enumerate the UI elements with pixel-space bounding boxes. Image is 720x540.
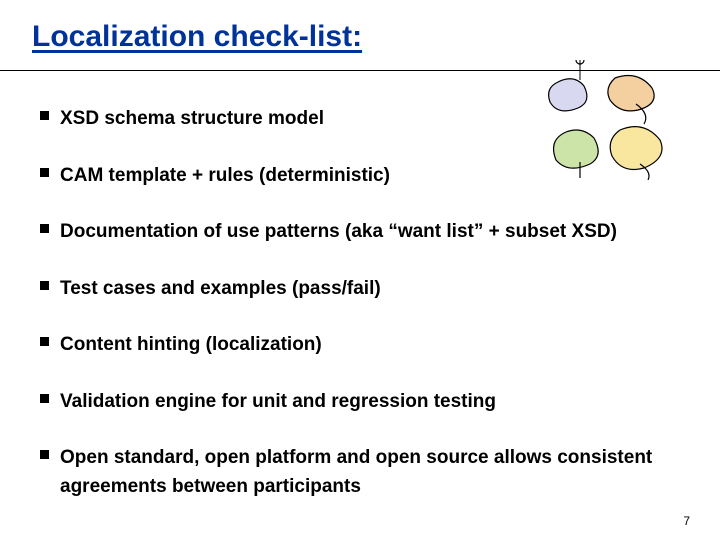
page-title: Localization check-list: [32, 20, 362, 54]
list-item: XSD schema structure model [40, 105, 700, 134]
slide: Localization check-list: XSD schema stru… [0, 0, 720, 540]
page-number: 7 [683, 514, 690, 528]
list-item: CAM template + rules (deterministic) [40, 162, 700, 191]
list-item: Documentation of use patterns (aka “want… [40, 218, 700, 247]
list-item: Content hinting (localization) [40, 331, 700, 360]
list-item: Test cases and examples (pass/fail) [40, 275, 700, 304]
list-item: Validation engine for unit and regressio… [40, 388, 700, 417]
list-item: Open standard, open platform and open so… [40, 444, 700, 501]
bullet-list-container: XSD schema structure model CAM template … [40, 105, 700, 529]
bullet-list: XSD schema structure model CAM template … [40, 105, 700, 501]
